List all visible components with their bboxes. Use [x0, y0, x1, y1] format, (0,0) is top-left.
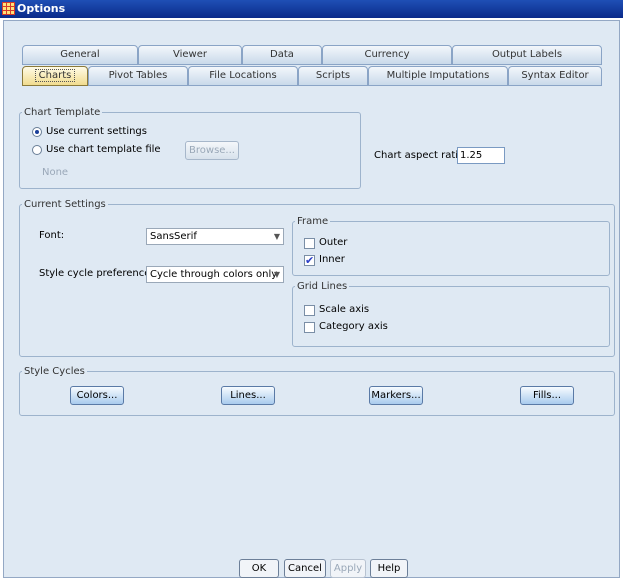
outer-checkbox[interactable]: [304, 238, 315, 249]
browse-button[interactable]: Browse...: [185, 141, 239, 160]
scale-axis-checkbox[interactable]: [304, 305, 315, 316]
category-axis-label: Category axis: [319, 321, 388, 332]
options-dialog: General Viewer Data Currency Output Labe…: [3, 20, 620, 578]
style-cycle-value: Cycle through colors only: [150, 269, 278, 280]
outer-label: Outer: [319, 237, 348, 248]
tab-currency[interactable]: Currency: [322, 45, 452, 65]
tab-data[interactable]: Data: [242, 45, 322, 65]
title-bar: Options: [0, 0, 623, 18]
style-cycle-dropdown[interactable]: Cycle through colors only ▼: [146, 266, 284, 283]
chart-template-legend: Chart Template: [24, 107, 101, 118]
font-label: Font:: [39, 230, 65, 241]
lines-button[interactable]: Lines...: [221, 386, 275, 405]
scale-axis-label: Scale axis: [319, 304, 370, 315]
help-button[interactable]: Help: [370, 559, 408, 578]
aspect-ratio-input[interactable]: 1.25: [457, 147, 505, 164]
frame-legend: Frame: [297, 216, 329, 227]
font-value: SansSerif: [150, 231, 197, 242]
tab-multiple-imputations[interactable]: Multiple Imputations: [368, 66, 508, 86]
use-chart-template-label: Use chart template file: [46, 144, 161, 155]
aspect-ratio-label: Chart aspect ratio:: [374, 150, 468, 161]
template-file-value: None: [42, 167, 69, 178]
tab-output-labels[interactable]: Output Labels: [452, 45, 602, 65]
colors-button[interactable]: Colors...: [70, 386, 124, 405]
inner-checkbox[interactable]: ✔: [304, 255, 315, 266]
tab-general[interactable]: General: [22, 45, 138, 65]
fills-button[interactable]: Fills...: [520, 386, 574, 405]
tab-syntax-editor[interactable]: Syntax Editor: [508, 66, 602, 86]
chevron-down-icon: ▼: [273, 270, 280, 279]
ok-button[interactable]: OK: [239, 559, 279, 578]
tab-file-locations[interactable]: File Locations: [188, 66, 298, 86]
use-current-settings-radio[interactable]: [32, 127, 42, 137]
markers-button[interactable]: Markers...: [369, 386, 423, 405]
tab-charts[interactable]: Charts: [22, 66, 88, 86]
app-grid-icon: [2, 2, 15, 15]
current-settings-legend: Current Settings: [24, 199, 106, 210]
apply-button[interactable]: Apply: [330, 559, 366, 578]
chevron-down-icon: ▼: [273, 232, 280, 241]
use-chart-template-radio[interactable]: [32, 145, 42, 155]
grid-lines-legend: Grid Lines: [297, 281, 348, 292]
use-current-settings-label: Use current settings: [46, 126, 147, 137]
cancel-button[interactable]: Cancel: [284, 559, 326, 578]
inner-label: Inner: [319, 254, 345, 265]
tab-pivot-tables[interactable]: Pivot Tables: [88, 66, 188, 86]
tab-scripts[interactable]: Scripts: [298, 66, 368, 86]
window-title: Options: [17, 2, 66, 15]
category-axis-checkbox[interactable]: [304, 322, 315, 333]
style-cycle-label: Style cycle preference:: [39, 268, 154, 279]
style-cycles-legend: Style Cycles: [24, 366, 85, 377]
font-dropdown[interactable]: SansSerif ▼: [146, 228, 284, 245]
tab-viewer[interactable]: Viewer: [138, 45, 242, 65]
